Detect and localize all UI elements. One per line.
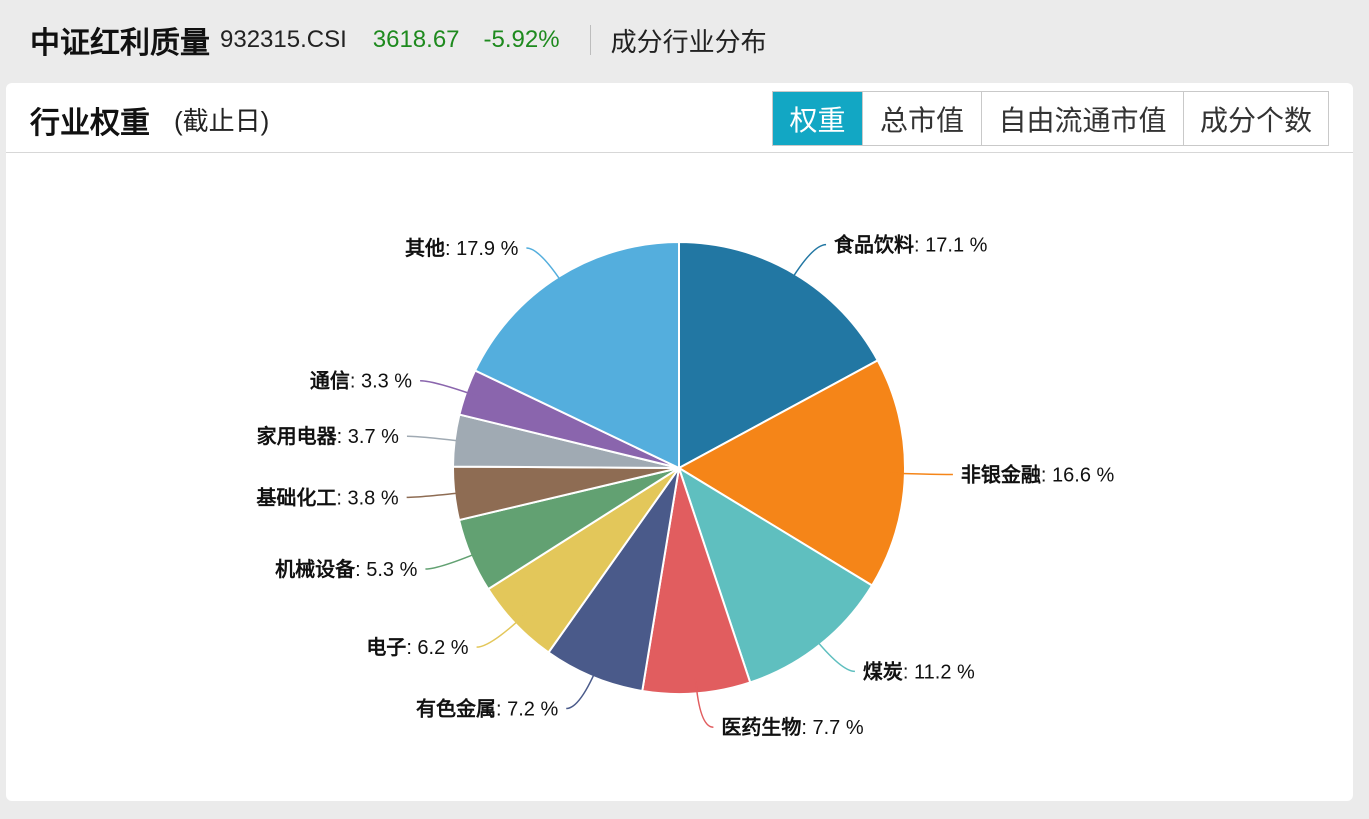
- data-label-slice-7: 机械设备: 5.3 %: [275, 557, 417, 581]
- data-label-slice-8: 基础化工: 3.8 %: [256, 485, 398, 509]
- pie-chart: 食品饮料: 17.1 %非银金融: 16.6 %煤炭: 11.2 %医药生物: …: [256, 233, 1115, 740]
- index-code: 932315.CSI: [220, 26, 347, 53]
- top-bar: 中证红利质量 932315.CSI 3618.67 -5.92% 成分行业分布: [0, 0, 1369, 80]
- data-label-value: : 5.3 %: [355, 559, 417, 581]
- index-price: 3618.67: [372, 26, 460, 53]
- data-label-value: : 6.2 %: [406, 637, 468, 659]
- section-title: 成分行业分布: [610, 26, 767, 57]
- data-label-value: : 11.2 %: [903, 661, 975, 683]
- data-label-slice-9: 家用电器: 3.7 %: [257, 424, 399, 448]
- data-label-name: 通信: [310, 369, 350, 393]
- data-label-slice-10: 通信: 3.3 %: [310, 369, 412, 393]
- data-label-value: : 3.3 %: [350, 371, 412, 393]
- index-change: -5.92%: [483, 26, 560, 53]
- data-label-value: : 7.7 %: [801, 717, 863, 739]
- data-label-name: 非银金融: [961, 463, 1041, 487]
- industry-weight-card: 行业权重 (截止日) 权重 总市值 自由流通市值 成分个数 食品饮料: 17.1…: [6, 83, 1353, 801]
- data-label-name: 其他: [405, 236, 445, 260]
- header-divider: [589, 25, 591, 55]
- data-label-name: 电子: [366, 636, 406, 659]
- data-label-slice-5: 有色金属: 7.2 %: [416, 697, 558, 721]
- data-label-name: 家用电器: [257, 424, 338, 448]
- data-label-value: : 17.9 %: [445, 238, 519, 260]
- data-label-slice-11: 其他: 17.9 %: [405, 236, 519, 260]
- data-label-slice-4: 医药生物: 7.7 %: [721, 715, 863, 739]
- data-label-value: : 3.7 %: [337, 426, 399, 448]
- data-label-value: : 7.2 %: [496, 699, 558, 721]
- data-label-value: : 3.8 %: [336, 487, 398, 509]
- data-label-value: : 16.6 %: [1041, 465, 1115, 487]
- data-label-name: 有色金属: [416, 697, 496, 721]
- data-label-name: 机械设备: [275, 557, 356, 581]
- data-label-slice-6: 电子: 6.2 %: [366, 636, 468, 659]
- data-label-slice-1: 食品饮料: 17.1 %: [834, 233, 988, 257]
- data-label-slice-3: 煤炭: 11.2 %: [863, 660, 975, 683]
- data-label-name: 基础化工: [256, 485, 336, 509]
- data-label-slice-2: 非银金融: 16.6 %: [961, 463, 1115, 487]
- data-label-name: 医药生物: [721, 715, 801, 739]
- index-name: 中证红利质量: [30, 27, 210, 60]
- data-label-value: : 17.1 %: [914, 235, 988, 257]
- data-label-name: 食品饮料: [834, 233, 914, 257]
- data-label-name: 煤炭: [863, 660, 903, 683]
